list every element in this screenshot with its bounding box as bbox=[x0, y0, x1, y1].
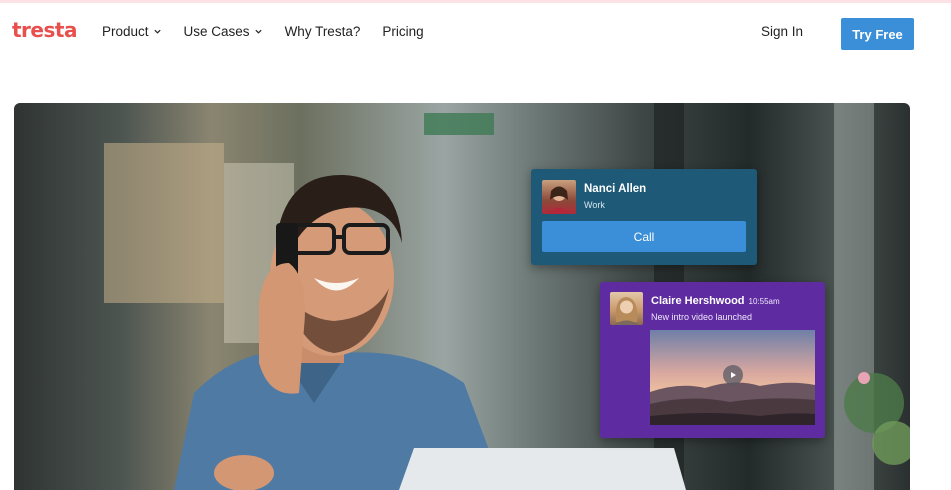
chevron-down-icon bbox=[254, 29, 262, 34]
caller-name: Nanci Allen bbox=[584, 183, 647, 195]
claire-hershwood-avatar bbox=[610, 292, 643, 325]
nav-item-label: Why Tresta? bbox=[284, 24, 361, 39]
call-button[interactable]: Call bbox=[542, 221, 746, 252]
video-thumbnail[interactable] bbox=[650, 330, 815, 425]
nav-item-product[interactable]: Product bbox=[102, 24, 162, 39]
nav-item-label: Pricing bbox=[382, 24, 424, 39]
nav-item-use-cases[interactable]: Use Cases bbox=[184, 24, 263, 39]
call-card: Nanci Allen Work Call bbox=[531, 169, 757, 265]
nav-item-why-tresta[interactable]: Why Tresta? bbox=[285, 24, 361, 39]
message-time: 10:55am bbox=[748, 297, 780, 306]
sender-name: Claire Hershwood 10:55am bbox=[651, 295, 780, 307]
hero-image: Nanci Allen Work Call Claire Hershwood 10… bbox=[14, 103, 910, 490]
sender-name-text: Claire Hershwood bbox=[651, 295, 745, 307]
message-card: Claire Hershwood 10:55am New intro video … bbox=[600, 282, 825, 438]
message-text: New intro video launched bbox=[651, 312, 753, 322]
sign-in-link[interactable]: Sign In bbox=[761, 24, 803, 39]
top-navigation: tresta Product Use Cases Why Tresta? Pri… bbox=[0, 3, 951, 63]
nav-item-pricing[interactable]: Pricing bbox=[382, 24, 423, 39]
chevron-down-icon bbox=[153, 29, 161, 34]
try-free-button[interactable]: Try Free bbox=[841, 18, 914, 50]
play-icon[interactable] bbox=[723, 365, 743, 385]
caller-label: Work bbox=[584, 200, 605, 210]
nav-item-label: Use Cases bbox=[183, 24, 250, 39]
main-menu: Product Use Cases Why Tresta? Pricing bbox=[102, 24, 424, 39]
nav-item-label: Product bbox=[102, 24, 149, 39]
tresta-logo[interactable]: tresta bbox=[12, 18, 77, 42]
nanci-allen-avatar bbox=[542, 180, 576, 214]
